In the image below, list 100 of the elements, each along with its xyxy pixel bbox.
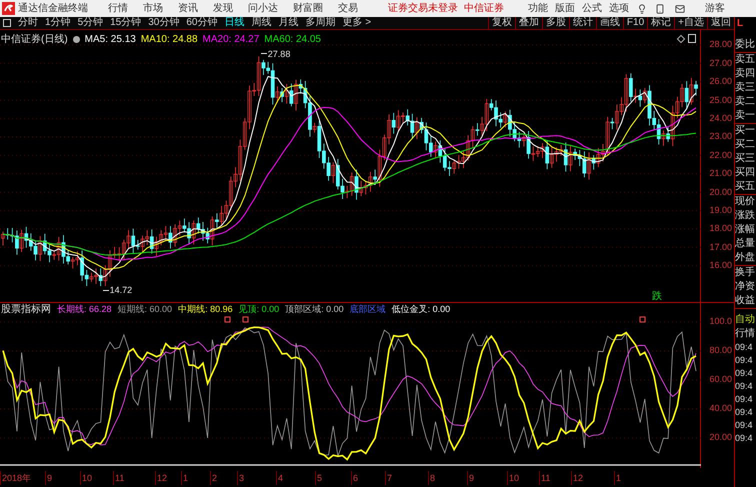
quote-field-label: 买五	[735, 180, 756, 194]
trade-time: 09:4	[735, 354, 754, 367]
menu-item[interactable]: 公式	[582, 1, 602, 16]
mail-icon[interactable]	[675, 4, 685, 14]
quote-field-label: 总量	[735, 237, 756, 251]
panel-icon[interactable]	[688, 34, 696, 43]
indicator-value: 底部区域	[350, 302, 386, 316]
period-tab[interactable]: 更多 >	[342, 18, 372, 28]
date-axis-label: 4	[276, 470, 315, 484]
period-tab[interactable]: 30分钟	[148, 18, 180, 28]
chart-tool-button[interactable]: 统计	[568, 16, 596, 30]
chart-tool-button[interactable]: 标记	[647, 16, 674, 30]
price-axis-label: 17.00	[708, 240, 733, 254]
signal-marker-icon	[242, 316, 248, 322]
menu-item[interactable]: 功能	[528, 1, 548, 16]
menu-item[interactable]: 版面	[555, 1, 575, 16]
indicator-name: 股票指标网	[1, 302, 51, 317]
date-axis-label: 2	[210, 470, 237, 484]
date-axis-label: 9	[45, 470, 80, 484]
signal-marker-icon	[224, 316, 230, 322]
price-axis-label: 19.00	[708, 204, 733, 217]
panel-tab[interactable]: 自动	[735, 313, 756, 327]
chart-tool-button[interactable]: F10	[622, 16, 648, 30]
chart-tool-button[interactable]: 多股	[542, 16, 569, 30]
price-axis-label: 24.00	[708, 112, 733, 125]
date-axis-label: 10	[507, 470, 539, 484]
quote-field-label: 净资	[735, 280, 756, 294]
chart-tool-button[interactable]: 复权	[488, 16, 515, 30]
panel-tab[interactable]: 行情	[735, 327, 756, 341]
quote-field-label: 涨跌	[735, 209, 756, 223]
broker-name[interactable]: 中信证券	[464, 1, 504, 16]
price-high-label: 27.88	[268, 48, 290, 62]
quote-field-label: 外盘	[735, 251, 756, 265]
price-axis-label: 20.00	[708, 186, 733, 199]
quote-field-label: 买二	[735, 138, 756, 152]
menu-item[interactable]: 行情	[108, 1, 128, 16]
quote-field-label: 换手	[735, 266, 756, 280]
quote-field-label: 买一	[735, 124, 756, 138]
date-axis-label: 11	[539, 470, 571, 484]
indicator-axis-label: 60.00	[708, 373, 733, 386]
trade-time: 09:4	[735, 393, 754, 406]
quote-field-label: 卖三	[735, 81, 756, 95]
indicator-value: 短期线: 60.00	[118, 302, 172, 316]
moving-average-value: MA20: 24.27	[202, 33, 260, 47]
login-status[interactable]: 证券交易未登录	[388, 1, 458, 16]
price-low-label: 14.72	[110, 284, 132, 298]
date-axis-label: 7	[385, 470, 428, 484]
menu-item[interactable]: 发现	[213, 1, 233, 16]
menu-item[interactable]: 资讯	[178, 1, 198, 16]
menu-item[interactable]: 交易	[338, 1, 358, 16]
chart-tool-button[interactable]: 画线	[596, 16, 623, 30]
period-tab[interactable]: 日线	[224, 18, 244, 28]
leader-line	[260, 53, 267, 54]
chart-tool-button[interactable]: +自选	[674, 16, 707, 30]
period-tab[interactable]: 60分钟	[186, 18, 218, 28]
date-axis-label: 1	[614, 470, 665, 484]
menu-item[interactable]: 市场	[143, 1, 163, 16]
leader-line	[102, 290, 109, 292]
date-axis-label: 5	[315, 470, 351, 484]
phone-icon[interactable]	[655, 4, 665, 14]
menu-item[interactable]: 问小达	[248, 1, 278, 16]
lightbulb-icon[interactable]	[637, 4, 647, 14]
menu-item[interactable]: 选项	[609, 1, 629, 16]
price-axis-label: 25.00	[708, 94, 733, 107]
period-tab[interactable]: 1分钟	[45, 18, 71, 28]
price-axis-label: 27.00	[708, 56, 733, 70]
date-axis-label: 12	[155, 470, 181, 484]
period-tab[interactable]: 15分钟	[110, 18, 142, 28]
date-axis-label: 11	[113, 470, 155, 484]
period-tab[interactable]: 周线	[252, 18, 272, 28]
date-axis-label: 8	[428, 470, 467, 484]
period-tab[interactable]: 分时	[18, 18, 38, 28]
period-tab[interactable]: 5分钟	[78, 18, 104, 28]
menu-item[interactable]: 财富圈	[293, 1, 323, 16]
chart-tool-button[interactable]: 叠加	[514, 16, 542, 30]
indicator-value: 中期线: 80.96	[178, 302, 233, 316]
period-tab[interactable]: 多周期	[306, 18, 336, 28]
indicator-axis-label: 40.00	[708, 402, 733, 416]
quote-field-label: 委比	[735, 38, 756, 52]
quote-field-label: 买三	[735, 152, 756, 166]
price-axis-label: 18.00	[708, 222, 733, 236]
quote-field-label: 卖一	[735, 109, 756, 123]
moving-average-value: MA60: 24.05	[264, 33, 321, 47]
panel-toggle-icon[interactable]	[3, 19, 11, 27]
trade-time: 09:4	[735, 432, 754, 445]
price-axis-label: 28.00	[708, 38, 733, 52]
moving-average-value: MA10: 24.88	[140, 33, 198, 47]
indicator-axis-label: 80.00	[708, 344, 733, 358]
user-name[interactable]: 游客	[705, 1, 725, 16]
period-tab[interactable]: 月线	[278, 18, 298, 28]
signal-label: 跌	[652, 290, 662, 304]
quote-field-label: 现价	[735, 195, 756, 209]
price-axis-label: 26.00	[708, 75, 733, 88]
date-axis-label: 3	[237, 470, 276, 484]
price-axis-label: 23.00	[708, 130, 733, 144]
chart-tool-button[interactable]: 返回	[707, 16, 734, 30]
date-axis-label: 12	[571, 470, 614, 484]
trade-time: 09:4	[735, 380, 754, 393]
chart-title: 中信证券(日线)	[1, 32, 68, 47]
quote-field-label: 卖二	[735, 95, 756, 109]
